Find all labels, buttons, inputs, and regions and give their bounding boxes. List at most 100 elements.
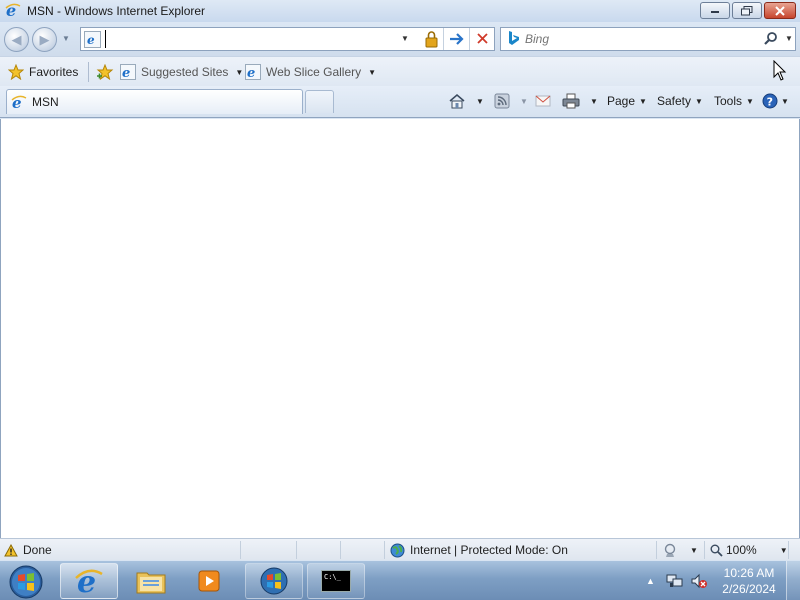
tab-msn[interactable]: e MSN: [6, 89, 303, 114]
feeds-dropdown[interactable]: ▼: [518, 92, 528, 110]
safety-menu-button[interactable]: Safety ▼: [657, 92, 703, 110]
taskbar-media-player[interactable]: [180, 563, 238, 599]
taskbar: e C:\_ ▲ 10:26 AM 2/26/2024: [0, 560, 800, 600]
printer-icon: [562, 93, 580, 109]
start-button[interactable]: [6, 563, 46, 600]
print-button[interactable]: [562, 92, 580, 110]
forward-button[interactable]: ▶: [32, 27, 57, 52]
add-favorite-star-icon: [96, 64, 114, 80]
feeds-button[interactable]: [494, 92, 510, 110]
recent-pages-dropdown[interactable]: ▼: [62, 34, 70, 44]
rss-feed-icon: [494, 93, 510, 109]
clock-time: 10:26 AM: [723, 566, 775, 580]
taskbar-internet-explorer[interactable]: e: [60, 563, 118, 599]
home-icon: [449, 94, 465, 109]
taskbar-windows-explorer[interactable]: [122, 563, 180, 599]
favorites-star-icon: [8, 64, 24, 80]
system-clock[interactable]: 10:26 AM 2/26/2024: [718, 565, 780, 597]
search-options-dropdown[interactable]: ▼: [785, 34, 793, 43]
new-tab-button[interactable]: [305, 90, 334, 113]
search-icon[interactable]: [763, 31, 779, 50]
title-bar: e MSN - Windows Internet Explorer: [0, 0, 800, 22]
go-arrow-icon: [450, 33, 464, 45]
close-button[interactable]: [764, 2, 796, 19]
svg-text:e: e: [87, 33, 95, 46]
page-content-area[interactable]: [0, 119, 800, 538]
lock-icon[interactable]: [421, 30, 441, 48]
back-arrow-icon: ◀: [11, 31, 22, 47]
help-button[interactable]: ? ▼: [762, 92, 789, 110]
minimize-icon: [711, 10, 719, 13]
clock-date: 2/26/2024: [722, 582, 776, 596]
chevron-down-icon: ▼: [781, 96, 789, 106]
ie-logo-icon: e: [75, 566, 103, 596]
restore-button[interactable]: [732, 2, 762, 19]
chevron-down-icon: ▼: [639, 96, 647, 106]
chevron-down-icon: ▼: [520, 96, 528, 106]
windows-start-orb-icon: [9, 565, 43, 599]
suggested-sites-label: Suggested Sites: [141, 65, 229, 79]
search-input[interactable]: [525, 30, 745, 48]
chevron-down-icon: ▼: [235, 67, 244, 77]
tools-menu-button[interactable]: Tools ▼: [714, 92, 754, 110]
folder-icon: [136, 572, 166, 594]
mouse-cursor-icon: [773, 59, 787, 85]
popup-blocker-button[interactable]: ▼: [663, 542, 698, 558]
taskbar-windows-update[interactable]: [245, 563, 303, 599]
forward-arrow-icon: ▶: [39, 31, 50, 47]
read-mail-button[interactable]: [535, 92, 551, 110]
zoom-level-button[interactable]: 100% ▼: [710, 542, 788, 558]
chevron-down-icon: ▼: [695, 96, 703, 106]
close-icon: [775, 5, 785, 16]
globe-icon: [390, 543, 405, 557]
web-slice-gallery-label: Web Slice Gallery: [266, 65, 362, 79]
tab-bar: e MSN ▼ ▼ ▼ Page ▼ Safety ▼ Tools ▼ ? ▼: [0, 86, 800, 118]
chevron-down-icon: ▼: [690, 545, 698, 555]
network-icon[interactable]: [666, 573, 684, 592]
stop-button[interactable]: [473, 30, 493, 48]
status-bar: Done Internet | Protected Mode: On ▼ 100…: [0, 538, 800, 560]
web-slice-gallery-link[interactable]: e Web Slice Gallery ▼: [245, 63, 376, 81]
ie-logo-icon: e: [5, 1, 21, 21]
tab-label: MSN: [32, 95, 59, 109]
print-dropdown[interactable]: ▼: [588, 92, 598, 110]
bing-logo-icon: [507, 30, 521, 49]
zoom-level-text: 100%: [726, 543, 757, 557]
page-menu-button[interactable]: Page ▼: [607, 92, 647, 110]
page-ie-icon: e: [84, 30, 101, 48]
stop-x-icon: [477, 33, 488, 44]
safety-menu-label: Safety: [657, 94, 692, 108]
show-desktop-button[interactable]: [786, 561, 800, 600]
warning-icon: [4, 543, 18, 556]
chevron-down-icon: ▼: [476, 96, 484, 106]
volume-muted-icon[interactable]: [690, 573, 708, 592]
favorites-label: Favorites: [29, 65, 79, 79]
address-input[interactable]: [105, 30, 395, 48]
chevron-down-icon: ▼: [368, 67, 377, 77]
favorites-button[interactable]: Favorites: [8, 63, 78, 81]
command-prompt-icon: C:\_: [321, 570, 351, 592]
page-menu-label: Page: [607, 94, 636, 108]
suggested-sites-link[interactable]: e Suggested Sites ▼: [120, 63, 243, 81]
chevron-down-icon: ▼: [779, 545, 788, 555]
svg-text:e: e: [122, 66, 130, 80]
taskbar-command-prompt[interactable]: C:\_: [307, 563, 365, 599]
add-to-favorites-bar-button[interactable]: [96, 63, 114, 81]
home-dropdown[interactable]: ▼: [474, 92, 484, 110]
go-button[interactable]: [447, 30, 467, 48]
search-box: ▼: [500, 27, 796, 51]
security-zone[interactable]: Internet | Protected Mode: On: [390, 542, 568, 558]
back-button[interactable]: ◀: [4, 27, 29, 52]
zoom-magnifier-icon: [710, 544, 723, 557]
ie-page-icon: e: [120, 64, 136, 80]
address-dropdown[interactable]: ▼: [401, 34, 409, 43]
minimize-button[interactable]: [700, 2, 730, 19]
address-bar: e ▼: [80, 27, 495, 51]
tools-menu-label: Tools: [714, 94, 743, 108]
compatibility-icon: [664, 543, 676, 557]
mail-icon: [535, 95, 551, 107]
chevron-down-icon: ▼: [746, 96, 754, 106]
show-hidden-icons-button[interactable]: ▲: [646, 576, 655, 586]
help-icon: ?: [762, 93, 778, 109]
home-button[interactable]: [448, 92, 466, 110]
